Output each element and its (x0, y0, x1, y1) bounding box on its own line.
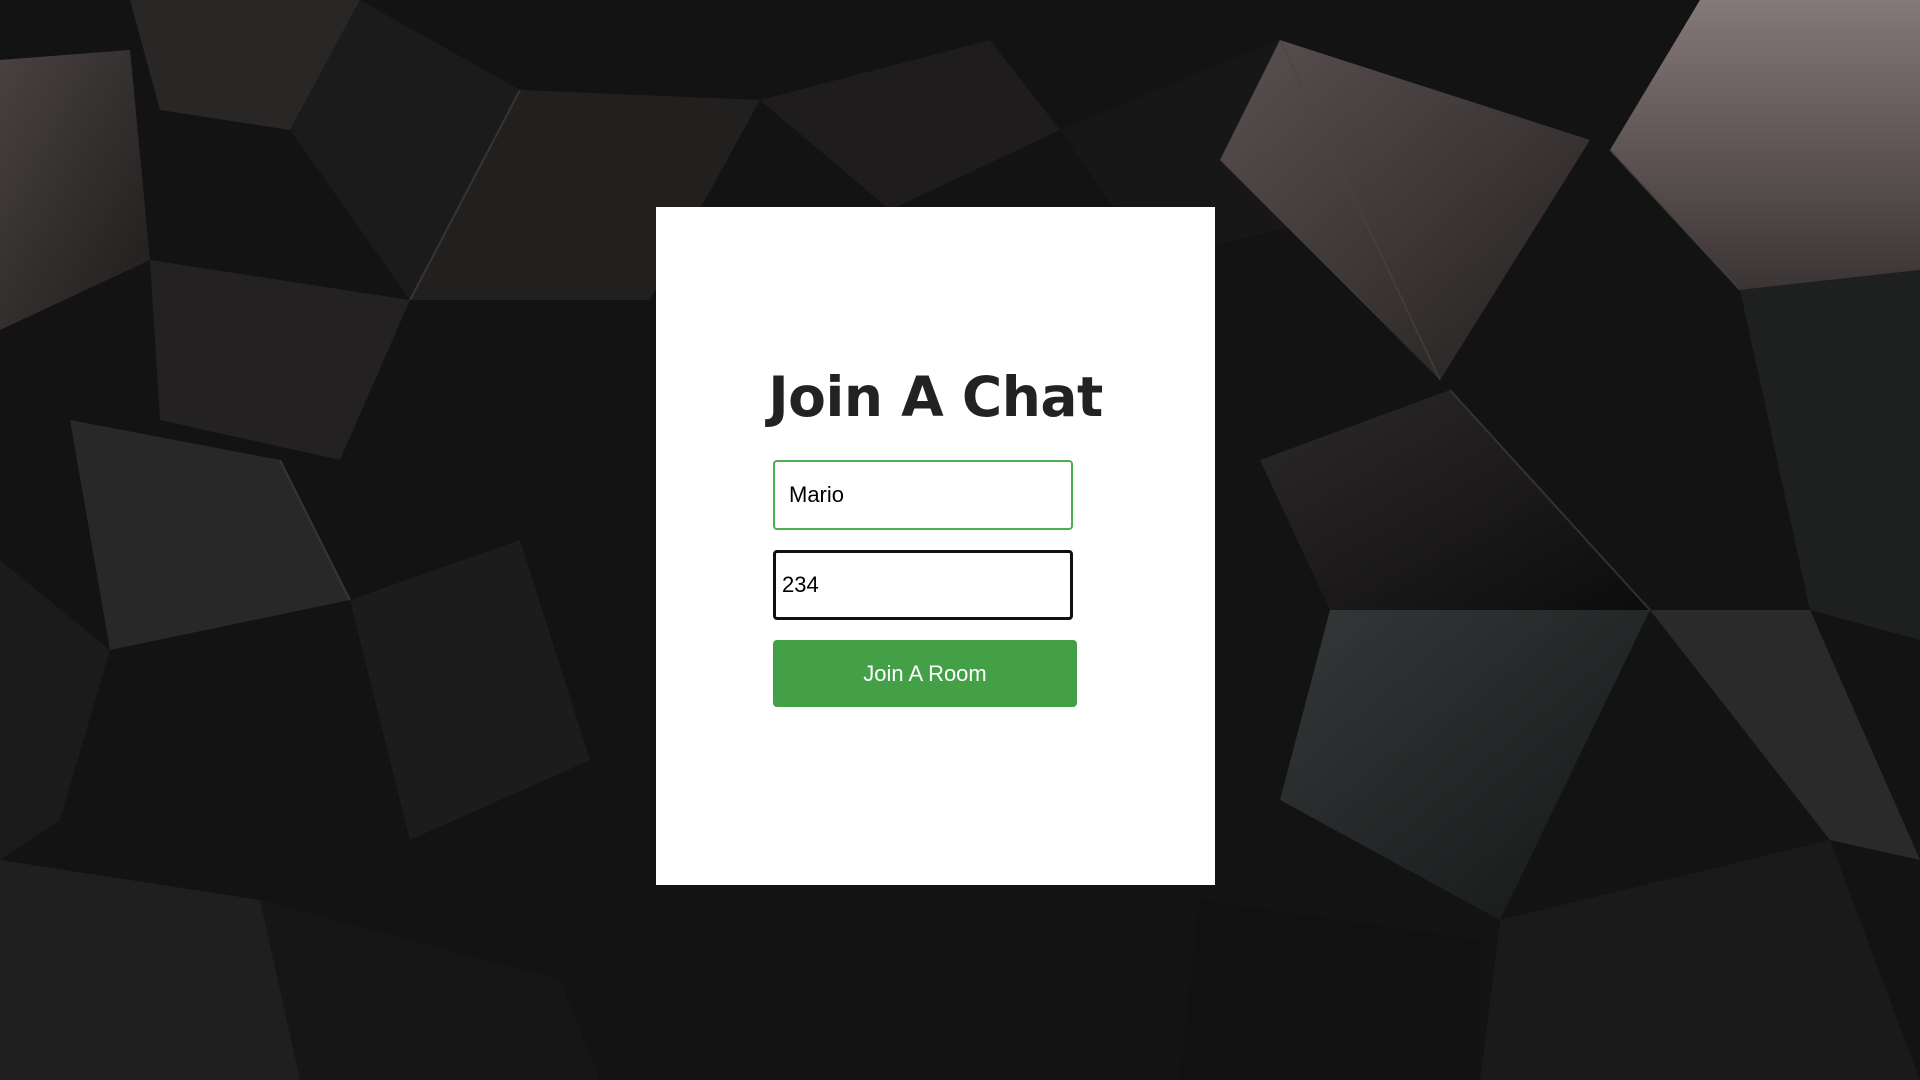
room-input[interactable] (773, 550, 1073, 620)
name-input[interactable] (773, 460, 1073, 530)
page-title: Join A Chat (768, 365, 1103, 429)
join-room-button[interactable]: Join A Room (773, 640, 1077, 707)
join-chat-card: Join A Chat Join A Room (656, 207, 1215, 885)
